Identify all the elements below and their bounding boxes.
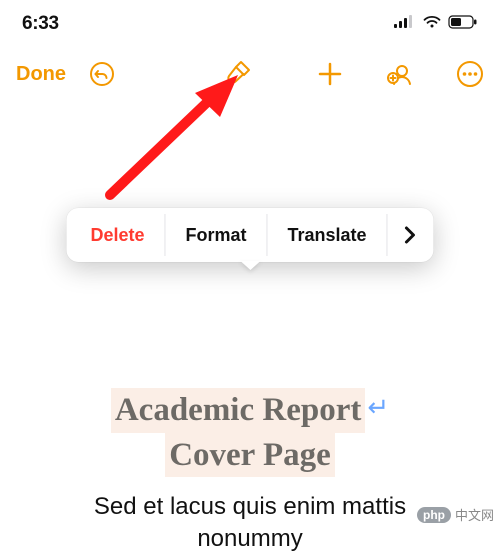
menu-translate-button[interactable]: Translate: [268, 208, 387, 262]
watermark-pill: php: [417, 507, 451, 523]
done-button[interactable]: Done: [16, 63, 66, 86]
collaborate-button[interactable]: [386, 60, 414, 88]
title-line-1: Academic Report: [111, 388, 366, 433]
document-canvas[interactable]: Academic Report↵ Cover Page Sed et lacus…: [0, 102, 500, 556]
status-indicators: [394, 15, 478, 34]
add-button[interactable]: [316, 60, 344, 88]
undo-button[interactable]: [88, 60, 116, 88]
source-watermark: php 中文网: [417, 505, 494, 524]
text-context-menu: Delete Format Translate: [66, 208, 433, 262]
format-brush-button[interactable]: [222, 59, 252, 89]
wifi-icon: [422, 15, 442, 34]
status-time: 6:33: [22, 13, 59, 35]
watermark-text: 中文网: [455, 505, 494, 524]
more-button[interactable]: [456, 60, 484, 88]
menu-more-button[interactable]: [388, 208, 434, 262]
battery-icon: [448, 15, 478, 34]
status-bar: 6:33: [0, 0, 500, 42]
menu-delete-button[interactable]: Delete: [66, 208, 164, 262]
chevron-right-icon: [404, 225, 418, 245]
title-line-2: Cover Page: [165, 433, 335, 478]
cellular-icon: [394, 15, 416, 34]
editor-toolbar: Done: [0, 42, 500, 102]
insertion-caret-icon: ↵: [367, 392, 389, 423]
menu-format-button[interactable]: Format: [165, 208, 266, 262]
document-title[interactable]: Academic Report↵ Cover Page: [111, 388, 389, 477]
